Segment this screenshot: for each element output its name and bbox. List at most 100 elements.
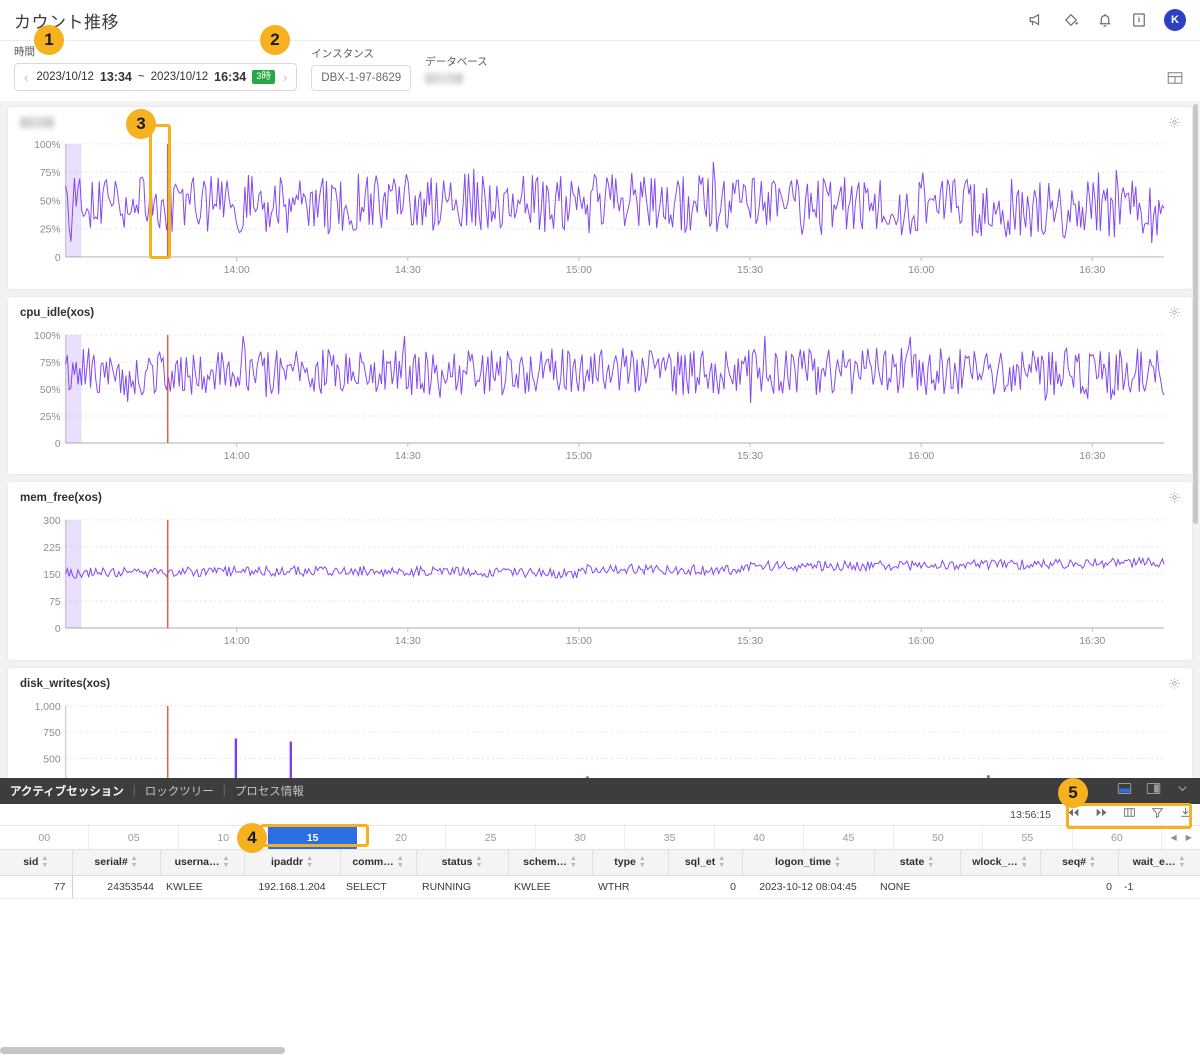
ruler-prev-icon[interactable]: ◀ [1170, 833, 1176, 842]
cell-ipaddr: 192.168.1.204 [244, 875, 340, 899]
dock-side-icon[interactable] [1146, 782, 1161, 800]
chart-settings-gear-icon[interactable] [1168, 306, 1181, 319]
time-prev-button[interactable]: ‹ [22, 70, 30, 85]
ruler-tick-20[interactable]: 20 [357, 826, 447, 849]
ruler-tick-50[interactable]: 50 [894, 826, 984, 849]
layout-toggle-icon[interactable] [1166, 69, 1184, 87]
paint-bucket-icon[interactable] [1062, 11, 1080, 29]
sort-arrows-icon[interactable]: ▲ ▼ [476, 855, 483, 869]
sort-arrows-icon[interactable]: ▲ ▼ [41, 855, 48, 869]
chart-plot[interactable]: 300 225 150 75 0 14:00 14:30 15:00 15:30 16:00 16:… [20, 510, 1180, 654]
sort-arrows-icon[interactable]: ▲ ▼ [570, 855, 577, 869]
database-filter-label: データベース [425, 56, 488, 68]
time-range-picker[interactable]: ‹ 2023/10/12 13:34 ~ 2023/10/12 16:34 3時… [14, 63, 298, 91]
rewind-icon[interactable] [1067, 806, 1080, 824]
timeline-toolbar: 13:56:15 [0, 804, 1200, 826]
svg-text:225: 225 [43, 543, 61, 554]
chart-settings-gear-icon[interactable] [1168, 491, 1181, 504]
column-header-schema[interactable]: schem… ▲ ▼ [508, 850, 593, 876]
column-label: sql_et [684, 856, 716, 869]
ruler-tick-30[interactable]: 30 [536, 826, 626, 849]
filter-icon[interactable] [1151, 806, 1164, 824]
table-row[interactable]: 77 24353544 KWLEE 192.168.1.204 SELECT RUNNIN… [0, 875, 1200, 899]
ruler-tick-35[interactable]: 35 [625, 826, 715, 849]
chart-cpu-idle: cpu_idle(xos) 100% 75% 50% 25% 0 14:00 14:30 15:… [8, 296, 1192, 475]
sort-arrows-icon[interactable]: ▲ ▼ [639, 855, 646, 869]
horizontal-scrollbar-thumb[interactable] [0, 1047, 285, 1054]
sort-arrows-icon[interactable]: ▲ ▼ [834, 855, 841, 869]
download-icon[interactable] [1179, 806, 1192, 824]
svg-text:75: 75 [49, 597, 61, 608]
ruler-tick-15[interactable]: 15 [268, 826, 357, 849]
ruler-tick-45[interactable]: 45 [804, 826, 894, 849]
column-label: ipaddr [270, 856, 304, 869]
column-header-status[interactable]: status ▲ ▼ [416, 850, 509, 876]
sort-arrows-icon[interactable]: ▲ ▼ [223, 855, 230, 869]
current-time-label: 13:56:15 [1010, 808, 1051, 821]
column-label: wait_e… [1132, 856, 1176, 869]
time-next-button[interactable]: › [281, 70, 289, 85]
annotation-badge-2: 2 [260, 25, 290, 55]
chart-plot[interactable]: 1,000750500250 [20, 696, 1180, 778]
svg-text:16:30: 16:30 [1079, 265, 1105, 276]
chart-settings-gear-icon[interactable] [1168, 116, 1181, 129]
duration-badge: 3時 [252, 69, 275, 85]
column-header-state[interactable]: state ▲ ▼ [874, 850, 961, 876]
sort-arrows-icon[interactable]: ▲ ▼ [927, 855, 934, 869]
avatar[interactable]: K [1164, 9, 1186, 31]
column-header-wait_e[interactable]: wait_e… ▲ ▼ [1118, 850, 1200, 876]
column-header-command[interactable]: comm… ▲ ▼ [340, 850, 417, 876]
page-title: カウント推移 [14, 12, 119, 32]
instance-selector[interactable]: DBX-1-97-8629 [311, 65, 412, 91]
charts-vertical-scrollbar[interactable] [1193, 104, 1198, 524]
column-header-logon_time[interactable]: logon_time ▲ ▼ [742, 850, 875, 876]
dock-bottom-icon[interactable] [1117, 782, 1132, 800]
horizontal-scrollbar[interactable] [0, 1047, 1200, 1054]
column-header-wlock[interactable]: wlock_… ▲ ▼ [960, 850, 1041, 876]
column-header-ipaddr[interactable]: ipaddr ▲ ▼ [244, 850, 341, 876]
sort-arrows-icon[interactable]: ▲ ▼ [131, 855, 138, 869]
panel-tab-2[interactable]: プロセス情報 [235, 783, 304, 799]
ruler-tick-55[interactable]: 55 [983, 826, 1073, 849]
svg-text:15:30: 15:30 [737, 636, 763, 647]
column-header-serial[interactable]: serial# ▲ ▼ [72, 850, 161, 876]
sort-arrows-icon[interactable]: ▲ ▼ [397, 855, 404, 869]
sort-arrows-icon[interactable]: ▲ ▼ [1021, 855, 1028, 869]
svg-text:14:30: 14:30 [395, 451, 421, 462]
instance-filter-label: インスタンス [311, 48, 374, 60]
panel-tab-0[interactable]: アクティブセッション [10, 783, 124, 799]
info-book-icon[interactable] [1130, 11, 1148, 29]
column-header-seq[interactable]: seq# ▲ ▼ [1040, 850, 1119, 876]
announcement-icon[interactable] [1028, 11, 1046, 29]
ruler-tick-25[interactable]: 25 [446, 826, 536, 849]
column-header-type[interactable]: type ▲ ▼ [592, 850, 669, 876]
sort-arrows-icon[interactable]: ▲ ▼ [718, 855, 725, 869]
svg-text:16:30: 16:30 [1079, 451, 1105, 462]
column-label: userna… [174, 856, 220, 869]
window-controls [1117, 782, 1190, 800]
chart-plot[interactable]: 100% 75% 50% 25% 0 14:00 14:30 15:00 15:30 16:00 1… [20, 134, 1180, 283]
panel-tabs: アクティブセッション | ロックツリー | プロセス情報 [10, 783, 304, 799]
chart-plot[interactable]: 100% 75% 50% 25% 0 14:00 14:30 15:00 15:30 16:00 1… [20, 325, 1180, 469]
ruler-tick-05[interactable]: 05 [89, 826, 179, 849]
column-header-sid[interactable]: sid ▲ ▼ [0, 850, 73, 876]
chart-settings-gear-icon[interactable] [1168, 677, 1181, 690]
chart-title: disk_writes(xos) [20, 678, 111, 691]
ruler-tick-60[interactable]: 60 [1073, 826, 1163, 849]
ruler-tick-00[interactable]: 00 [0, 826, 90, 849]
panel-tab-1[interactable]: ロックツリー [145, 783, 214, 799]
column-label: serial# [94, 856, 128, 869]
column-header-sql_et[interactable]: sql_et ▲ ▼ [668, 850, 743, 876]
bell-icon[interactable] [1096, 11, 1114, 29]
database-value-redacted[interactable] [425, 73, 464, 84]
column-header-username[interactable]: userna… ▲ ▼ [160, 850, 245, 876]
ruler-tick-40[interactable]: 40 [715, 826, 805, 849]
ruler-next-icon[interactable]: ▶ [1186, 833, 1192, 842]
sort-arrows-icon[interactable]: ▲ ▼ [1089, 855, 1096, 869]
sort-arrows-icon[interactable]: ▲ ▼ [1178, 855, 1185, 869]
fast-forward-icon[interactable] [1095, 806, 1108, 824]
chevron-down-icon[interactable] [1175, 782, 1190, 800]
svg-text:300: 300 [43, 516, 61, 527]
sort-arrows-icon[interactable]: ▲ ▼ [306, 855, 313, 869]
columns-icon[interactable] [1123, 806, 1136, 824]
